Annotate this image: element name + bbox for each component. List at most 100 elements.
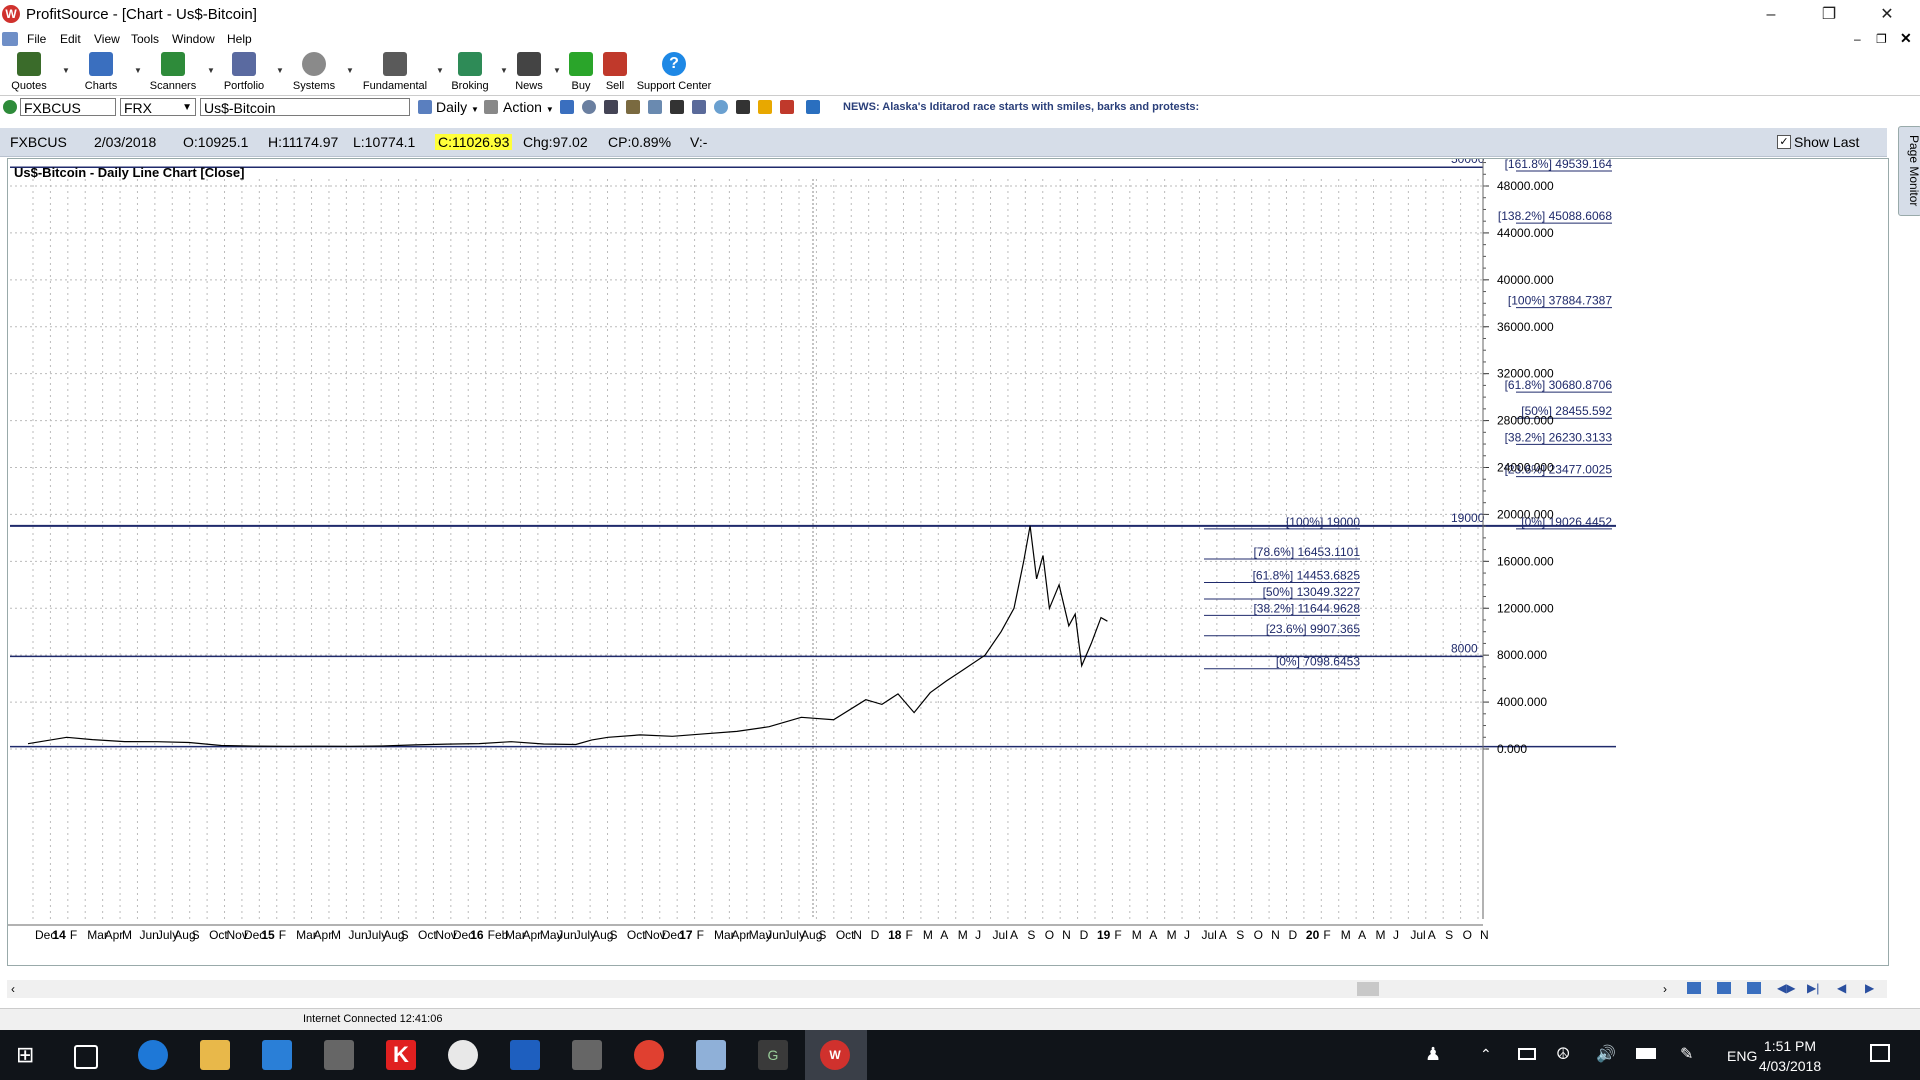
systems-button[interactable]: Systems	[290, 50, 338, 94]
chart-area[interactable]: 50000 19000 8000 [100%] 19000 [78.6%] 16453…	[7, 158, 1889, 966]
mdi-close-button[interactable]: ✕	[1900, 30, 1912, 47]
fib-extension-label: [161.8%] 49539.164	[1505, 159, 1613, 171]
scanners-button[interactable]: Scanners	[148, 50, 198, 94]
scroll-right-arrow-icon[interactable]: ›	[1663, 982, 1667, 996]
paint-icon[interactable]	[448, 1040, 478, 1070]
menu-help[interactable]: Help	[227, 32, 252, 46]
mdi-restore-button[interactable]: ❐	[1876, 32, 1887, 46]
period-select[interactable]: Daily ▼	[436, 99, 479, 115]
x-tick-label: 15	[261, 928, 275, 942]
show-last-checkbox[interactable]: ✓	[1777, 135, 1791, 149]
scissors-icon[interactable]	[670, 100, 684, 114]
people-icon[interactable]: ♟	[1425, 1044, 1441, 1065]
broking-dropdown-arrow[interactable]: ▼	[500, 66, 508, 75]
page-monitor-tab[interactable]: Page Monitor	[1898, 126, 1920, 216]
x-tick-label: S	[1236, 928, 1244, 942]
task-view-icon[interactable]	[74, 1045, 98, 1069]
clock-date[interactable]: 4/03/2018	[1745, 1058, 1835, 1074]
camera-icon[interactable]	[572, 1040, 602, 1070]
settings-icon[interactable]	[582, 100, 596, 114]
file-explorer-icon[interactable]	[200, 1040, 230, 1070]
zoom-out-icon[interactable]	[1717, 982, 1731, 994]
quotes-button[interactable]: Quotes	[8, 50, 50, 94]
horizontal-scrollbar[interactable]: ‹ › ◀▶ ▶| ◀ ▶	[7, 980, 1887, 998]
go-icon[interactable]	[3, 100, 17, 114]
security-name-input[interactable]: Us$-Bitcoin	[200, 98, 410, 116]
y-tick-label: 24000.000	[1497, 461, 1554, 475]
x-tick-label: M	[122, 928, 132, 942]
edge-icon[interactable]	[138, 1040, 168, 1070]
alert-icon[interactable]	[780, 100, 794, 114]
buy-icon	[569, 52, 593, 76]
menu-view[interactable]: View	[94, 32, 120, 46]
expand-icon[interactable]: ◀▶	[1777, 981, 1795, 995]
news-button[interactable]: News	[512, 50, 546, 94]
x-tick-label: S	[818, 928, 826, 942]
go-app-icon[interactable]: G	[758, 1040, 788, 1070]
store-icon[interactable]	[262, 1040, 292, 1070]
layout-icon[interactable]	[648, 100, 662, 114]
chevron-up-icon[interactable]: ⌃	[1480, 1046, 1492, 1063]
fundamental-button[interactable]: Fundamental	[360, 50, 430, 94]
portfolio-dropdown-arrow[interactable]: ▼	[276, 66, 284, 75]
charts-button[interactable]: Charts	[80, 50, 122, 94]
scroll-back-icon[interactable]: ◀	[1837, 981, 1846, 995]
chevron-down-icon: ▼	[545, 105, 554, 114]
app-logo-icon: W	[2, 5, 20, 23]
x-axis-layer: Dec14 F MarAprM JunJulyAugS OctNovDec15 F MarA…	[8, 924, 1489, 942]
y-tick-label: 40000.000	[1497, 273, 1554, 287]
fundamental-dropdown-arrow[interactable]: ▼	[436, 66, 444, 75]
scroll-thumb[interactable]	[1357, 982, 1379, 996]
news-dropdown-arrow[interactable]: ▼	[553, 66, 561, 75]
binoculars-icon[interactable]	[736, 100, 750, 114]
calculator-icon[interactable]	[324, 1040, 354, 1070]
defender-icon[interactable]	[510, 1040, 540, 1070]
profitsource-taskbar-icon[interactable]: W	[820, 1040, 850, 1070]
menu-edit[interactable]: Edit	[60, 32, 81, 46]
last-bar-icon[interactable]: ▶|	[1807, 981, 1819, 995]
pen-icon[interactable]: ✎	[1680, 1044, 1693, 1064]
restore-button[interactable]: ❐	[1806, 2, 1852, 28]
y-tick-label: 12000.000	[1497, 601, 1554, 615]
folder-app-icon[interactable]	[696, 1040, 726, 1070]
quote-volume: V:-	[690, 134, 708, 150]
wifi-icon[interactable]: ☮	[1556, 1044, 1570, 1064]
k-app-icon[interactable]: K	[386, 1040, 416, 1070]
scroll-left-arrow-icon[interactable]: ‹	[11, 982, 15, 996]
menu-window[interactable]: Window	[172, 32, 215, 46]
star-icon[interactable]	[758, 100, 772, 114]
clock-time[interactable]: 1:51 PM	[1755, 1038, 1825, 1054]
scanners-dropdown-arrow[interactable]: ▼	[207, 66, 215, 75]
quotes-dropdown-arrow[interactable]: ▼	[62, 66, 70, 75]
support-center-button[interactable]: ? Support Center	[636, 50, 712, 94]
broking-button[interactable]: Broking	[448, 50, 492, 94]
windows-start-icon[interactable]: ⊞	[16, 1044, 38, 1066]
symbol-input[interactable]: FXBCUS	[20, 98, 116, 116]
sell-button[interactable]: Sell	[600, 50, 630, 94]
battery-icon[interactable]	[1636, 1048, 1656, 1059]
action-menu[interactable]: Action ▼	[503, 99, 554, 115]
zoom-in-icon[interactable]	[1687, 982, 1701, 994]
buy-button[interactable]: Buy	[566, 50, 596, 94]
exchange-select[interactable]: FRX ▼	[120, 98, 196, 116]
close-button[interactable]: ✕	[1864, 2, 1910, 28]
display-icon[interactable]	[1518, 1048, 1536, 1060]
news-ticker[interactable]: NEWS: Alaska's Iditarod race starts with…	[843, 101, 1199, 113]
minimize-button[interactable]: –	[1748, 2, 1794, 28]
fit-icon[interactable]	[1747, 982, 1761, 994]
systems-dropdown-arrow[interactable]: ▼	[346, 66, 354, 75]
chrome-icon[interactable]	[634, 1040, 664, 1070]
lightbulb-icon[interactable]	[714, 100, 728, 114]
charts-dropdown-arrow[interactable]: ▼	[134, 66, 142, 75]
indicator-icon[interactable]	[692, 100, 706, 114]
scroll-forward-icon[interactable]: ▶	[1865, 981, 1874, 995]
save-icon[interactable]	[560, 100, 574, 114]
print-icon[interactable]	[604, 100, 618, 114]
mdi-minimize-button[interactable]: –	[1854, 32, 1861, 46]
menu-file[interactable]: File	[27, 32, 46, 46]
notifications-icon[interactable]	[1870, 1044, 1890, 1062]
volume-icon[interactable]: 🔊	[1596, 1044, 1616, 1064]
tools-icon[interactable]	[626, 100, 640, 114]
menu-tools[interactable]: Tools	[131, 32, 159, 46]
portfolio-button[interactable]: Portfolio	[220, 50, 268, 94]
